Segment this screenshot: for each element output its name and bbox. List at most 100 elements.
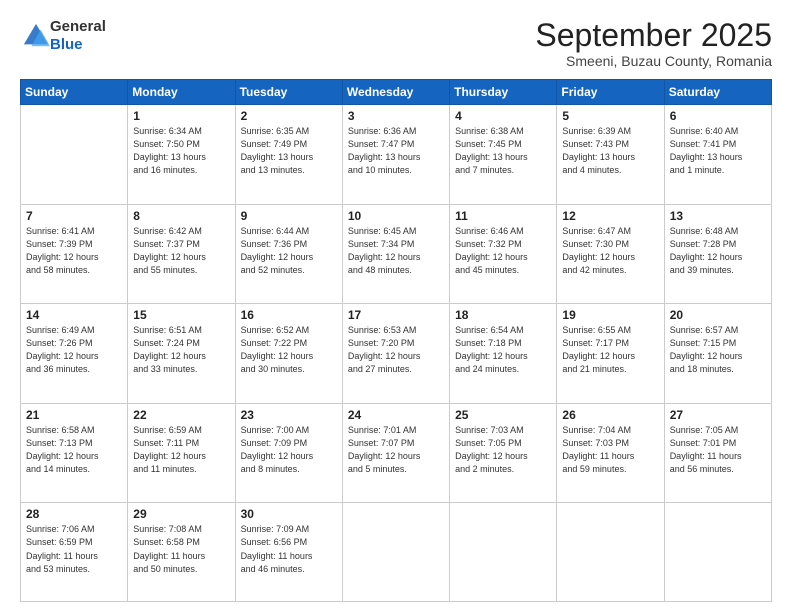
calendar-cell [664,503,771,602]
logo: General Blue [20,18,106,54]
calendar-cell: 12Sunrise: 6:47 AMSunset: 7:30 PMDayligh… [557,204,664,304]
cell-content: Sunrise: 6:48 AMSunset: 7:28 PMDaylight:… [670,225,766,277]
day-number: 13 [670,209,766,223]
location-subtitle: Smeeni, Buzau County, Romania [535,53,772,69]
day-header-wednesday: Wednesday [342,80,449,105]
calendar-cell: 29 Sunrise: 7:08 AMSunset: 6:58 PMDayligh… [128,503,235,602]
cell-content: Sunrise: 7:04 AMSunset: 7:03 PMDaylight:… [562,424,658,476]
day-number: 5 [562,109,658,123]
cell-content: Sunrise: 6:44 AMSunset: 7:36 PMDaylight:… [241,225,337,277]
calendar-cell: 17 Sunrise: 6:53 AMSunset: 7:20 PMDayligh… [342,304,449,404]
day-header-sunday: Sunday [21,80,128,105]
day-number: 17 [348,308,444,322]
cell-content: Sunrise: 6:47 AMSunset: 7:30 PMDaylight:… [562,225,658,277]
calendar-cell: 23 Sunrise: 7:00 AMSunset: 7:09 PMDayligh… [235,403,342,503]
calendar-cell [450,503,557,602]
calendar-cell: 13 Sunrise: 6:48 AMSunset: 7:28 PMDayligh… [664,204,771,304]
week-row-5: 28Sunrise: 7:06 AMSunset: 6:59 PMDayligh… [21,503,772,602]
day-number: 3 [348,109,444,123]
cell-content: Sunrise: 6:38 AMSunset: 7:45 PMDaylight:… [455,125,551,177]
day-number: 10 [348,209,444,223]
day-number: 29 [133,507,229,521]
calendar-cell: 5 Sunrise: 6:39 AMSunset: 7:43 PMDaylight… [557,105,664,205]
day-number: 27 [670,408,766,422]
calendar-table: SundayMondayTuesdayWednesdayThursdayFrid… [20,79,772,602]
week-row-3: 14 Sunrise: 6:49 AMSunset: 7:26 PMDayligh… [21,304,772,404]
day-number: 21 [26,408,122,422]
calendar-cell: 26 Sunrise: 7:04 AMSunset: 7:03 PMDayligh… [557,403,664,503]
cell-content: Sunrise: 6:55 AMSunset: 7:17 PMDaylight:… [562,324,658,376]
day-number: 4 [455,109,551,123]
cell-content: Sunrise: 6:36 AMSunset: 7:47 PMDaylight:… [348,125,444,177]
calendar-cell: 10 Sunrise: 6:45 AMSunset: 7:34 PMDayligh… [342,204,449,304]
cell-content: Sunrise: 6:51 AMSunset: 7:24 PMDaylight:… [133,324,229,376]
calendar-cell: 16 Sunrise: 6:52 AMSunset: 7:22 PMDayligh… [235,304,342,404]
calendar-cell: 22 Sunrise: 6:59 AMSunset: 7:11 PMDayligh… [128,403,235,503]
cell-content: Sunrise: 7:05 AMSunset: 7:01 PMDaylight:… [670,424,766,476]
cell-content: Sunrise: 7:03 AMSunset: 7:05 PMDaylight:… [455,424,551,476]
week-row-1: 1Sunrise: 6:34 AMSunset: 7:50 PMDaylight… [21,105,772,205]
calendar-cell [21,105,128,205]
calendar-cell [342,503,449,602]
day-number: 26 [562,408,658,422]
logo-text: General Blue [50,18,106,54]
cell-content: Sunrise: 7:00 AMSunset: 7:09 PMDaylight:… [241,424,337,476]
logo-blue: Blue [50,36,83,53]
cell-content: Sunrise: 6:45 AMSunset: 7:34 PMDaylight:… [348,225,444,277]
calendar-cell: 15 Sunrise: 6:51 AMSunset: 7:24 PMDayligh… [128,304,235,404]
calendar-cell: 3 Sunrise: 6:36 AMSunset: 7:47 PMDaylight… [342,105,449,205]
calendar-cell: 7Sunrise: 6:41 AMSunset: 7:39 PMDaylight… [21,204,128,304]
calendar-cell: 2 Sunrise: 6:35 AMSunset: 7:49 PMDaylight… [235,105,342,205]
day-number: 20 [670,308,766,322]
header: General Blue September 2025 Smeeni, Buza… [20,18,772,69]
cell-content: Sunrise: 6:42 AMSunset: 7:37 PMDaylight:… [133,225,229,277]
day-number: 11 [455,209,551,223]
calendar-cell: 20Sunrise: 6:57 AMSunset: 7:15 PMDayligh… [664,304,771,404]
calendar-cell: 25 Sunrise: 7:03 AMSunset: 7:05 PMDayligh… [450,403,557,503]
day-number: 15 [133,308,229,322]
cell-content: Sunrise: 6:49 AMSunset: 7:26 PMDaylight:… [26,324,122,376]
day-number: 22 [133,408,229,422]
cell-content: Sunrise: 6:41 AMSunset: 7:39 PMDaylight:… [26,225,122,277]
title-block: September 2025 Smeeni, Buzau County, Rom… [535,18,772,69]
cell-content: Sunrise: 7:06 AMSunset: 6:59 PMDaylight:… [26,523,122,575]
calendar-cell: 18 Sunrise: 6:54 AMSunset: 7:18 PMDayligh… [450,304,557,404]
calendar-cell: 27 Sunrise: 7:05 AMSunset: 7:01 PMDayligh… [664,403,771,503]
day-number: 18 [455,308,551,322]
day-number: 30 [241,507,337,521]
calendar-cell: 1Sunrise: 6:34 AMSunset: 7:50 PMDaylight… [128,105,235,205]
cell-content: Sunrise: 7:08 AMSunset: 6:58 PMDaylight:… [133,523,229,575]
calendar-cell: 11 Sunrise: 6:46 AMSunset: 7:32 PMDayligh… [450,204,557,304]
cell-content: Sunrise: 6:53 AMSunset: 7:20 PMDaylight:… [348,324,444,376]
day-number: 25 [455,408,551,422]
cell-content: Sunrise: 6:40 AMSunset: 7:41 PMDaylight:… [670,125,766,177]
day-number: 14 [26,308,122,322]
day-header-monday: Monday [128,80,235,105]
cell-content: Sunrise: 6:39 AMSunset: 7:43 PMDaylight:… [562,125,658,177]
calendar-cell [557,503,664,602]
day-number: 23 [241,408,337,422]
cell-content: Sunrise: 6:35 AMSunset: 7:49 PMDaylight:… [241,125,337,177]
month-title: September 2025 [535,18,772,53]
calendar-cell: 19 Sunrise: 6:55 AMSunset: 7:17 PMDayligh… [557,304,664,404]
calendar-cell: 28Sunrise: 7:06 AMSunset: 6:59 PMDayligh… [21,503,128,602]
day-header-friday: Friday [557,80,664,105]
cell-content: Sunrise: 6:54 AMSunset: 7:18 PMDaylight:… [455,324,551,376]
day-number: 19 [562,308,658,322]
calendar-cell: 4 Sunrise: 6:38 AMSunset: 7:45 PMDaylight… [450,105,557,205]
day-number: 9 [241,209,337,223]
week-row-4: 21Sunrise: 6:58 AMSunset: 7:13 PMDayligh… [21,403,772,503]
week-row-2: 7Sunrise: 6:41 AMSunset: 7:39 PMDaylight… [21,204,772,304]
day-number: 8 [133,209,229,223]
calendar-cell: 6Sunrise: 6:40 AMSunset: 7:41 PMDaylight… [664,105,771,205]
logo-icon [22,22,50,50]
cell-content: Sunrise: 6:52 AMSunset: 7:22 PMDaylight:… [241,324,337,376]
cell-content: Sunrise: 6:59 AMSunset: 7:11 PMDaylight:… [133,424,229,476]
cell-content: Sunrise: 7:09 AMSunset: 6:56 PMDaylight:… [241,523,337,575]
calendar-cell: 21Sunrise: 6:58 AMSunset: 7:13 PMDayligh… [21,403,128,503]
days-header-row: SundayMondayTuesdayWednesdayThursdayFrid… [21,80,772,105]
cell-content: Sunrise: 6:46 AMSunset: 7:32 PMDaylight:… [455,225,551,277]
day-number: 16 [241,308,337,322]
day-number: 2 [241,109,337,123]
page: General Blue September 2025 Smeeni, Buza… [0,0,792,612]
